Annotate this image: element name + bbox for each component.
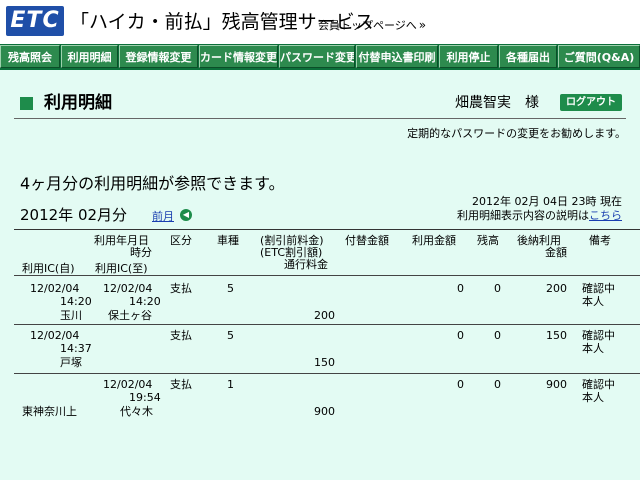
category: 支払 bbox=[170, 329, 192, 342]
nav-faq[interactable]: ご質問(Q&A) bbox=[558, 45, 640, 68]
category: 支払 bbox=[170, 282, 192, 295]
ic-from-name: 戸塚 bbox=[60, 356, 82, 369]
ic-to-date: 12/02/04 bbox=[103, 378, 153, 391]
ic-from-name: 玉川 bbox=[60, 309, 82, 322]
ic-to-time: 19:54 bbox=[129, 391, 161, 404]
nav-registration-change[interactable]: 登録情報変更 bbox=[119, 45, 198, 68]
table-top-border bbox=[14, 229, 640, 230]
period-label: 2012年 02月分 bbox=[20, 206, 128, 224]
generated-time: 2012年 02月 04日 23時 現在 bbox=[472, 195, 622, 208]
note-owner: 本人 bbox=[582, 391, 604, 404]
note-status: 確認中 bbox=[582, 282, 615, 295]
password-notice: 定期的なパスワードの変更をお勧めします。 bbox=[407, 127, 626, 140]
ic-from-date: 12/02/04 bbox=[30, 282, 80, 295]
deferred-amount: 900 bbox=[546, 378, 567, 391]
balance: 0 bbox=[494, 378, 501, 391]
toll: 900 bbox=[314, 405, 335, 418]
header-vehicle: 車種 bbox=[217, 234, 239, 247]
header-usage-time: 時分 bbox=[130, 246, 152, 259]
note-owner: 本人 bbox=[582, 342, 604, 355]
used-amount: 0 bbox=[457, 378, 464, 391]
header-notes: 備考 bbox=[589, 234, 611, 247]
nav-balance[interactable]: 残高照会 bbox=[0, 45, 60, 68]
nav-card-change[interactable]: カード情報変更 bbox=[199, 45, 278, 68]
nav-usage-details[interactable]: 利用明細 bbox=[61, 45, 118, 68]
header: ETC 「ハイカ・前払」残高管理サービス 会員トップページへ» bbox=[0, 0, 640, 44]
used-amount: 0 bbox=[457, 282, 464, 295]
toll: 200 bbox=[314, 309, 335, 322]
row-separator bbox=[14, 324, 640, 325]
ic-from-name: 東神奈川上 bbox=[22, 405, 77, 418]
nav-transfer-print[interactable]: 付替申込書印刷 bbox=[356, 45, 438, 68]
header-used-amount: 利用金額 bbox=[412, 234, 456, 247]
ic-from-date: 12/02/04 bbox=[30, 329, 80, 342]
prev-month-link[interactable]: 前月 bbox=[152, 208, 174, 224]
ic-from-time: 14:37 bbox=[60, 342, 92, 355]
used-amount: 0 bbox=[457, 329, 464, 342]
header-category: 区分 bbox=[170, 234, 192, 247]
row-separator bbox=[14, 275, 640, 276]
ic-to-time: 14:20 bbox=[129, 295, 161, 308]
nav-password-change[interactable]: パスワード変更 bbox=[279, 45, 355, 68]
header-deferred-amount: 金額 bbox=[545, 246, 567, 259]
row-separator bbox=[14, 373, 640, 374]
user-name: 畑農智実 様 bbox=[455, 95, 539, 111]
balance: 0 bbox=[494, 282, 501, 295]
double-chevron-right-icon: » bbox=[418, 18, 427, 32]
deferred-amount: 150 bbox=[546, 329, 567, 342]
category: 支払 bbox=[170, 378, 192, 391]
page-title: 利用明細 bbox=[44, 93, 112, 113]
etc-logo[interactable]: ETC bbox=[6, 6, 64, 36]
toll: 150 bbox=[314, 356, 335, 369]
vehicle: 1 bbox=[227, 378, 234, 391]
explain-text: 利用明細表示内容の説明はこちら bbox=[457, 209, 622, 223]
arrow-left-icon[interactable]: ◀ bbox=[180, 209, 192, 221]
header-ic-from: 利用IC(自) bbox=[22, 262, 75, 275]
deferred-amount: 200 bbox=[546, 282, 567, 295]
ic-to-name: 保土ヶ谷 bbox=[108, 309, 152, 322]
main-content: 利用明細 畑農智実 様 ログアウト 定期的なパスワードの変更をお勧めします。 4… bbox=[0, 70, 640, 480]
note-status: 確認中 bbox=[582, 378, 615, 391]
main-nav: 残高照会 利用明細 登録情報変更 カード情報変更 パスワード変更 付替申込書印刷… bbox=[0, 44, 640, 70]
ic-to-name: 代々木 bbox=[120, 405, 153, 418]
member-top-link[interactable]: 会員トップページへ» bbox=[318, 17, 426, 33]
nav-notifications[interactable]: 各種届出 bbox=[499, 45, 557, 68]
ic-from-time: 14:20 bbox=[60, 295, 92, 308]
logout-button[interactable]: ログアウト bbox=[560, 94, 622, 111]
ic-to-date: 12/02/04 bbox=[103, 282, 153, 295]
header-toll: 通行料金 bbox=[284, 258, 328, 271]
note-owner: 本人 bbox=[582, 295, 604, 308]
vehicle: 5 bbox=[227, 329, 234, 342]
divider bbox=[14, 118, 626, 119]
title-square-icon bbox=[20, 97, 33, 110]
note-status: 確認中 bbox=[582, 329, 615, 342]
headline: 4ヶ月分の利用明細が参照できます。 bbox=[20, 174, 285, 193]
vehicle: 5 bbox=[227, 282, 234, 295]
explain-link[interactable]: こちら bbox=[589, 209, 622, 222]
nav-stop-usage[interactable]: 利用停止 bbox=[439, 45, 498, 68]
balance: 0 bbox=[494, 329, 501, 342]
explain-prefix: 利用明細表示内容の説明は bbox=[457, 209, 589, 222]
header-balance: 残高 bbox=[477, 234, 499, 247]
header-transfer: 付替金額 bbox=[345, 234, 389, 247]
member-top-label[interactable]: 会員トップページへ bbox=[318, 19, 417, 32]
header-ic-to: 利用IC(至) bbox=[95, 262, 148, 275]
